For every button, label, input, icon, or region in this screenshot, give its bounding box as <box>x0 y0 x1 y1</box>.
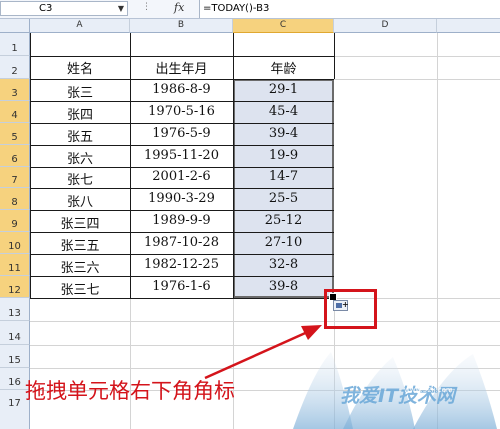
name-box[interactable]: C3 ▼ <box>0 1 128 16</box>
table-border <box>30 188 334 189</box>
cell-age[interactable]: 39-8 <box>233 279 334 294</box>
row-header-15[interactable]: 15 <box>0 345 30 368</box>
table-border <box>30 210 334 211</box>
cell-birth[interactable]: 2001-2-6 <box>130 169 233 184</box>
cell-name[interactable]: 张三四 <box>30 213 130 232</box>
watermark-url: www.52ij.com <box>404 386 453 394</box>
table-border <box>30 79 334 80</box>
row-header-6[interactable]: 6 <box>0 145 30 167</box>
row-header-5[interactable]: 5 <box>0 123 30 145</box>
highlight-box <box>324 289 377 329</box>
column-header-e[interactable] <box>437 19 500 33</box>
row-header-9[interactable]: 9 <box>0 210 30 232</box>
row-header-2[interactable]: 2 <box>0 56 30 79</box>
row-header-7[interactable]: 7 <box>0 167 30 188</box>
table-border <box>30 298 334 299</box>
table-border <box>30 276 334 277</box>
column-header-c[interactable]: C <box>233 19 334 33</box>
cell-age[interactable]: 25-5 <box>233 191 334 206</box>
cell-name[interactable]: 张四 <box>30 104 130 123</box>
column-header-d[interactable]: D <box>334 19 437 33</box>
cell-birth[interactable]: 1989-9-9 <box>130 213 233 228</box>
table-border <box>30 123 334 124</box>
header-name[interactable]: 姓名 <box>30 58 130 77</box>
gridline <box>130 298 131 429</box>
cell-name[interactable]: 张八 <box>30 191 130 210</box>
table-border <box>30 254 334 255</box>
table-border <box>30 101 334 102</box>
cell-age[interactable]: 39-4 <box>233 126 334 141</box>
cell-age[interactable]: 14-7 <box>233 169 334 184</box>
cell-name[interactable]: 张三六 <box>30 257 130 276</box>
splitter-handle[interactable]: ⋮ <box>142 2 151 12</box>
header-age[interactable]: 年龄 <box>233 58 334 77</box>
cell-name[interactable]: 张五 <box>30 126 130 145</box>
row-header-10[interactable]: 10 <box>0 232 30 254</box>
gridline <box>30 345 500 346</box>
table-border <box>30 232 334 233</box>
cell-birth[interactable]: 1995-11-20 <box>130 148 233 163</box>
gridline <box>233 298 234 429</box>
cell-birth[interactable]: 1987-10-28 <box>130 235 233 250</box>
cell-age[interactable]: 45-4 <box>233 104 334 119</box>
name-box-value: C3 <box>39 3 53 14</box>
fx-icon[interactable]: fx <box>174 1 184 14</box>
table-border <box>30 56 334 57</box>
cell-birth[interactable]: 1976-1-6 <box>130 279 233 294</box>
cell-name[interactable]: 张七 <box>30 169 130 188</box>
cell-birth[interactable]: 1982-12-25 <box>130 257 233 272</box>
annotation-text: 拖拽单元格右下角角标 <box>25 379 235 403</box>
cell-age[interactable]: 25-12 <box>233 213 334 228</box>
column-header-b[interactable]: B <box>130 19 233 33</box>
row-header-12[interactable]: 12 <box>0 276 30 298</box>
row-header-11[interactable]: 11 <box>0 254 30 276</box>
cell-age[interactable]: 29-1 <box>233 82 334 97</box>
cell-birth[interactable]: 1986-8-9 <box>130 82 233 97</box>
cell-age[interactable]: 19-9 <box>233 148 334 163</box>
cell-name[interactable]: 张三五 <box>30 235 130 254</box>
row-header-14[interactable]: 14 <box>0 321 30 345</box>
chevron-down-icon[interactable]: ▼ <box>118 2 124 15</box>
cell-age[interactable]: 32-8 <box>233 257 334 272</box>
column-header-a[interactable]: A <box>30 19 130 33</box>
cell-age[interactable]: 27-10 <box>233 235 334 250</box>
cell-name[interactable]: 张三七 <box>30 279 130 298</box>
formula-input[interactable]: =TODAY()-B3 <box>199 0 500 18</box>
cell-name[interactable]: 张三 <box>30 82 130 101</box>
cell-birth[interactable]: 1976-5-9 <box>130 126 233 141</box>
row-header-1[interactable]: 1 <box>0 33 30 56</box>
table-border <box>30 167 334 168</box>
table-border <box>334 33 335 79</box>
select-all-corner[interactable] <box>0 19 30 33</box>
table-border <box>30 145 334 146</box>
formula-bar: C3 ▼ ⋮ fx =TODAY()-B3 <box>0 0 500 19</box>
row-header-3[interactable]: 3 <box>0 79 30 101</box>
cell-birth[interactable]: 1990-3-29 <box>130 191 233 206</box>
cell-birth[interactable]: 1970-5-16 <box>130 104 233 119</box>
gridline <box>30 321 500 322</box>
row-header-4[interactable]: 4 <box>0 101 30 123</box>
row-header-13[interactable]: 13 <box>0 298 30 321</box>
row-header-8[interactable]: 8 <box>0 188 30 210</box>
header-birth[interactable]: 出生年月 <box>130 58 233 77</box>
cell-name[interactable]: 张六 <box>30 148 130 167</box>
